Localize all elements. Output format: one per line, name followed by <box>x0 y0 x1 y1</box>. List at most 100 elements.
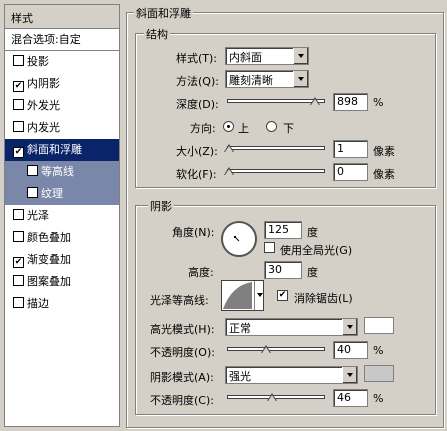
style-item-label: 颜色叠加 <box>27 231 71 244</box>
depth-label: 深度(D): <box>176 98 219 111</box>
angle-label: 角度(N): <box>172 226 215 239</box>
soften-slider-thumb[interactable] <box>224 167 234 175</box>
direction-up-radio[interactable] <box>223 121 234 132</box>
styles-list: 样式 混合选项:自定 投影 ✔ 内阴影 外发光 内发光 ✔ 斜面和浮雕 等高线 纹理 光泽 颜色叠加… <box>4 4 120 427</box>
style-item-label: 外发光 <box>27 99 60 112</box>
anti-alias-checkbox[interactable]: ✔ <box>277 290 288 301</box>
shadow-mode-value: 强光 <box>229 370 251 383</box>
style-item-checkbox[interactable] <box>27 165 38 176</box>
size-slider-thumb[interactable] <box>224 144 234 152</box>
shadow-color-swatch[interactable] <box>364 365 394 382</box>
style-item-label: 光泽 <box>27 209 49 222</box>
highlight-opacity-thumb[interactable] <box>261 345 272 353</box>
global-light-label: 使用全局光(G) <box>280 244 353 257</box>
size-input[interactable]: 1 <box>333 140 368 158</box>
style-item-checkbox[interactable]: ✔ <box>13 257 24 268</box>
style-item-checkbox[interactable]: ✔ <box>13 81 24 92</box>
bevel-emboss-title: 斜面和浮雕 <box>134 5 193 21</box>
style-item[interactable]: 内发光 <box>5 117 119 139</box>
chevron-down-icon[interactable] <box>342 319 357 335</box>
highlight-opacity-input[interactable]: 40 <box>333 341 368 359</box>
style-item[interactable]: 外发光 <box>5 95 119 117</box>
altitude-unit: 度 <box>307 266 318 279</box>
blend-options-item[interactable]: 混合选项:自定 <box>5 29 119 51</box>
depth-unit: % <box>373 96 384 109</box>
altitude-label: 高度: <box>188 266 214 279</box>
style-item-label: 纹理 <box>41 187 63 200</box>
style-item-label: 内发光 <box>27 121 60 134</box>
blend-options-label: 混合选项:自定 <box>11 33 81 46</box>
gloss-contour-label: 光泽等高线: <box>150 294 209 307</box>
style-item-checkbox[interactable] <box>13 231 24 242</box>
style-select-value: 内斜面 <box>229 51 262 64</box>
style-item-label: 斜面和浮雕 <box>27 143 82 156</box>
anti-alias-label: 消除锯齿(L) <box>294 292 353 305</box>
direction-down-radio[interactable] <box>266 121 277 132</box>
depth-slider-thumb[interactable] <box>310 97 321 105</box>
style-item-label: 图案叠加 <box>27 275 71 288</box>
style-label: 样式(T): <box>176 52 218 65</box>
style-item-checkbox[interactable] <box>13 55 24 66</box>
style-item[interactable]: 描边 <box>5 293 119 315</box>
style-item-checkbox[interactable] <box>27 187 38 198</box>
highlight-opacity-track[interactable] <box>227 347 325 351</box>
method-select[interactable]: 雕刻清晰 <box>225 70 309 88</box>
style-item[interactable]: ✔ 内阴影 <box>5 73 119 95</box>
style-item-label: 渐变叠加 <box>27 253 71 266</box>
chevron-down-icon[interactable] <box>293 71 308 87</box>
contour-curve-icon <box>223 282 252 309</box>
direction-label: 方向: <box>190 122 216 135</box>
size-unit: 像素 <box>373 145 395 158</box>
style-item[interactable]: 纹理 <box>5 183 119 205</box>
soften-unit: 像素 <box>373 168 395 181</box>
contour-dropdown-arrow[interactable] <box>254 281 264 310</box>
structure-title: 结构 <box>144 26 170 42</box>
style-item[interactable]: 光泽 <box>5 205 119 227</box>
depth-input[interactable]: 898 <box>333 93 368 111</box>
style-item[interactable]: ✔ 斜面和浮雕 <box>5 139 119 161</box>
angle-dial[interactable] <box>221 221 257 257</box>
highlight-mode-label: 高光模式(H): <box>150 323 215 336</box>
angle-unit: 度 <box>307 226 318 239</box>
style-item-checkbox[interactable] <box>13 209 24 220</box>
style-select[interactable]: 内斜面 <box>225 47 309 65</box>
highlight-opacity-unit: % <box>373 344 384 357</box>
shadow-mode-label: 阴影模式(A): <box>150 371 214 384</box>
shadow-opacity-unit: % <box>373 392 384 405</box>
style-item[interactable]: 投影 <box>5 51 119 73</box>
style-item-checkbox[interactable] <box>13 121 24 132</box>
chevron-down-icon <box>257 293 263 297</box>
soften-input[interactable]: 0 <box>333 163 368 181</box>
style-item-label: 内阴影 <box>27 77 60 90</box>
size-slider-track[interactable] <box>227 146 325 150</box>
style-item-label: 描边 <box>27 297 49 310</box>
angle-input[interactable]: 125 <box>264 221 302 239</box>
shadow-opacity-thumb[interactable] <box>267 393 278 401</box>
highlight-mode-select[interactable]: 正常 <box>225 318 358 336</box>
style-item[interactable]: 颜色叠加 <box>5 227 119 249</box>
style-item-checkbox[interactable] <box>13 99 24 110</box>
highlight-color-swatch[interactable] <box>364 317 394 334</box>
chevron-down-icon[interactable] <box>293 48 308 64</box>
highlight-mode-value: 正常 <box>229 322 251 335</box>
global-light-checkbox[interactable] <box>264 242 275 253</box>
gloss-contour-picker[interactable] <box>221 280 264 311</box>
chevron-down-icon[interactable] <box>342 367 357 383</box>
angle-dial-marker <box>234 236 240 242</box>
altitude-input[interactable]: 30 <box>264 261 302 279</box>
direction-up-label: 上 <box>238 122 249 135</box>
soften-slider-track[interactable] <box>227 169 325 173</box>
styles-title: 样式 <box>5 5 119 29</box>
shadow-opacity-label: 不透明度(C): <box>150 394 214 407</box>
size-label: 大小(Z): <box>176 145 218 158</box>
style-item-checkbox[interactable]: ✔ <box>13 147 24 158</box>
method-select-value: 雕刻清晰 <box>229 74 273 87</box>
shadow-opacity-input[interactable]: 46 <box>333 389 368 407</box>
style-item[interactable]: 图案叠加 <box>5 271 119 293</box>
style-item-checkbox[interactable] <box>13 297 24 308</box>
style-item[interactable]: ✔ 渐变叠加 <box>5 249 119 271</box>
style-item[interactable]: 等高线 <box>5 161 119 183</box>
style-item-checkbox[interactable] <box>13 275 24 286</box>
style-item-label: 等高线 <box>41 165 74 178</box>
shadow-mode-select[interactable]: 强光 <box>225 366 358 384</box>
